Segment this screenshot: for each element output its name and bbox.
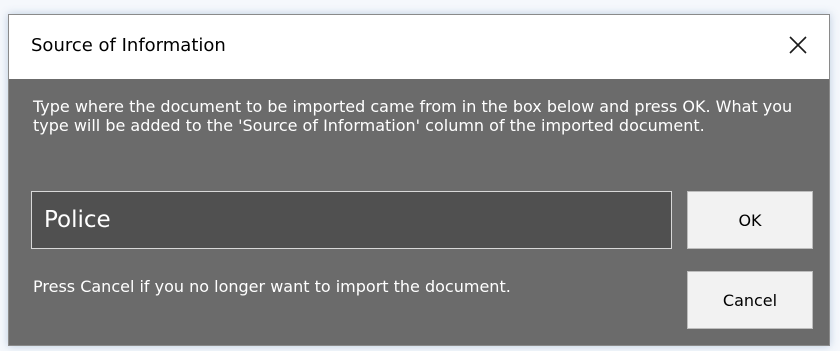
close-button[interactable] bbox=[767, 15, 829, 79]
dialog-message: Type where the document to be imported c… bbox=[33, 97, 793, 135]
source-of-information-dialog: Source of Information Type where the doc… bbox=[8, 14, 830, 346]
ok-button[interactable]: OK bbox=[687, 191, 813, 249]
source-input[interactable] bbox=[31, 191, 672, 249]
dialog-title: Source of Information bbox=[31, 35, 226, 56]
cancel-note: Press Cancel if you no longer want to im… bbox=[33, 277, 511, 296]
cancel-button[interactable]: Cancel bbox=[687, 271, 813, 329]
close-icon bbox=[788, 35, 808, 59]
dialog-titlebar: Source of Information bbox=[9, 15, 829, 79]
